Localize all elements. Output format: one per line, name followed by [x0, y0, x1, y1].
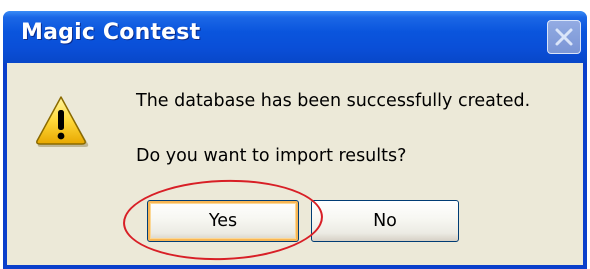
close-icon — [555, 28, 573, 46]
dialog-window: Magic Contest The database has been succ… — [3, 11, 587, 269]
title-bar[interactable]: Magic Contest — [3, 11, 587, 63]
yes-button[interactable]: Yes — [147, 200, 299, 242]
warning-icon — [36, 96, 89, 147]
dialog-title: Magic Contest — [21, 20, 201, 45]
message-line-2: Do you want to import results? — [136, 146, 407, 166]
dialog-body: The database has been successfully creat… — [7, 63, 583, 265]
close-button[interactable] — [547, 20, 581, 54]
message-line-1: The database has been successfully creat… — [136, 91, 531, 111]
no-button[interactable]: No — [311, 200, 459, 242]
